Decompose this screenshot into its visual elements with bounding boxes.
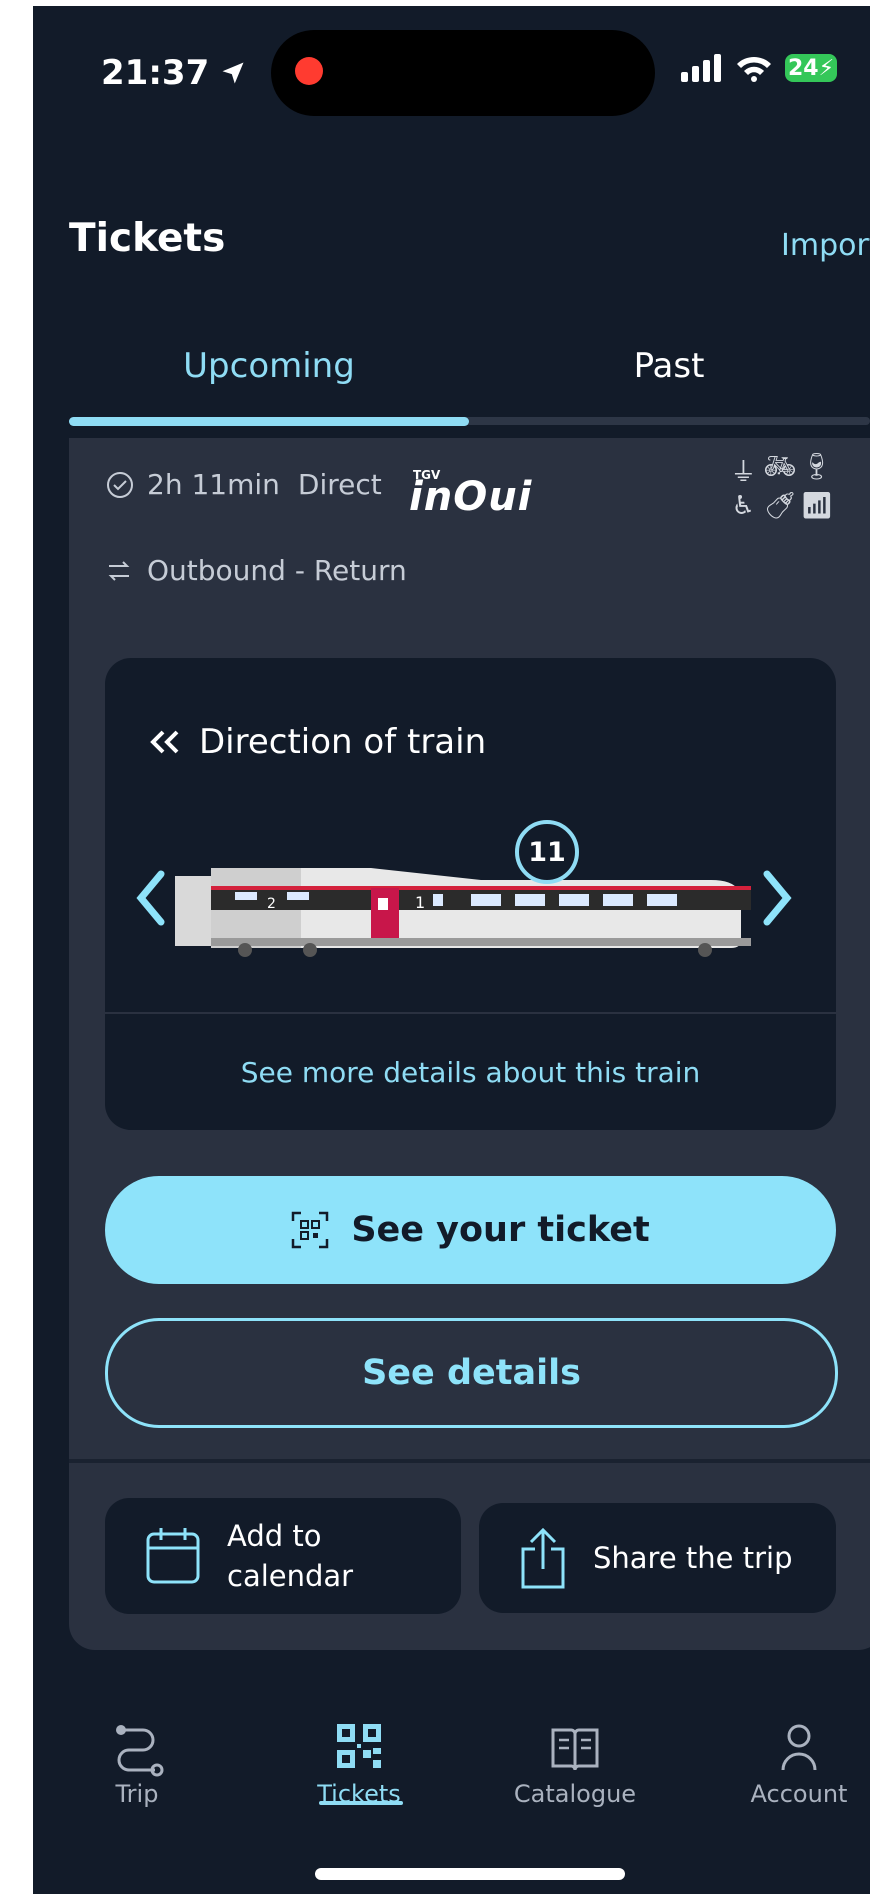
plug-icon: ⏚ bbox=[730, 458, 757, 488]
share-icon bbox=[521, 1527, 565, 1589]
see-ticket-label: See your ticket bbox=[351, 1210, 650, 1250]
add-to-calendar-button[interactable]: Add to calendar bbox=[105, 1498, 461, 1614]
wifi-status-icon bbox=[737, 56, 771, 82]
journey-type: Outbound - Return bbox=[147, 554, 407, 587]
see-ticket-button[interactable]: See your ticket bbox=[105, 1176, 836, 1284]
car-number-badge: 11 bbox=[515, 820, 579, 884]
account-person-icon bbox=[781, 1724, 817, 1771]
clock-icon bbox=[107, 471, 133, 498]
tab-active-indicator bbox=[69, 417, 469, 426]
import-link[interactable]: Import bbox=[781, 228, 870, 263]
class-1-label: 1 bbox=[415, 893, 425, 912]
nav-catalogue-label: Catalogue bbox=[513, 1780, 637, 1808]
journey-row: Outbound - Return bbox=[105, 554, 407, 587]
share-trip-button[interactable]: Share the trip bbox=[479, 1503, 836, 1613]
direction-of-train: Direction of train bbox=[147, 722, 486, 762]
train-illustration: 2 1 bbox=[175, 868, 751, 957]
wifi-icon: 📶︎ bbox=[800, 491, 834, 521]
home-indicator[interactable] bbox=[315, 1868, 625, 1880]
amenities-grid: ⏚ 🚲︎ 🍷︎ ♿︎ 🍼︎ 📶︎ bbox=[725, 452, 835, 521]
nav-account[interactable]: Account bbox=[719, 1720, 870, 1808]
nav-trip[interactable]: Trip bbox=[57, 1720, 217, 1808]
qr-scan-icon bbox=[292, 1211, 329, 1249]
nav-account-label: Account bbox=[750, 1780, 848, 1808]
signal-icon bbox=[681, 54, 721, 82]
trip-duration: 2h 11min bbox=[147, 468, 280, 501]
nav-catalogue[interactable]: Catalogue bbox=[495, 1720, 655, 1808]
train-composition-panel: Direction of train 2 1 11 See more detai… bbox=[105, 658, 836, 1130]
trip-duration-row: 2h 11min Direct bbox=[105, 468, 382, 501]
swap-arrows-icon bbox=[108, 560, 130, 581]
qr-code-icon bbox=[337, 1724, 381, 1768]
tab-past[interactable]: Past bbox=[469, 346, 869, 386]
status-icons: 24 ⚡ bbox=[681, 54, 837, 82]
catalogue-book-icon bbox=[551, 1728, 599, 1771]
see-details-button[interactable]: See details bbox=[105, 1318, 838, 1428]
see-details-label: See details bbox=[362, 1353, 581, 1393]
card-divider bbox=[69, 1459, 870, 1463]
bottle-icon: 🍼︎ bbox=[763, 491, 797, 521]
nav-active-underline bbox=[319, 1801, 403, 1805]
trip-route-icon bbox=[116, 1725, 164, 1777]
dynamic-island bbox=[271, 30, 655, 116]
add-calendar-line-2: calendar bbox=[227, 1559, 354, 1593]
recording-indicator bbox=[295, 57, 323, 85]
app-screen: 21:37 24⚡ Tickets Import Upcoming Past 2… bbox=[33, 6, 870, 1894]
bike-icon: 🚲︎ bbox=[763, 452, 797, 482]
nav-tickets[interactable]: Tickets bbox=[279, 1720, 439, 1808]
double-chevron-left-icon bbox=[150, 730, 179, 754]
battery-indicator: 24 ⚡ bbox=[785, 54, 837, 82]
wheelchair-icon: ♿︎ bbox=[731, 491, 755, 521]
clock-text: 21:37 bbox=[101, 53, 210, 93]
panel-divider bbox=[105, 1012, 836, 1014]
page-title: Tickets bbox=[69, 216, 226, 261]
add-calendar-line-1: Add to bbox=[227, 1519, 322, 1553]
class-2-label: 2 bbox=[267, 896, 276, 912]
share-trip-label: Share the trip bbox=[593, 1541, 793, 1575]
calendar-icon bbox=[146, 1528, 200, 1584]
trip-type: Direct bbox=[297, 468, 382, 501]
bar-icon: 🍷︎ bbox=[800, 452, 834, 482]
previous-car-arrow[interactable] bbox=[133, 870, 169, 926]
next-car-arrow[interactable] bbox=[759, 870, 795, 926]
nav-trip-label: Trip bbox=[115, 1780, 159, 1808]
train-details-link[interactable]: See more details about this train bbox=[105, 1056, 836, 1089]
tab-upcoming[interactable]: Upcoming bbox=[69, 346, 469, 386]
location-arrow-icon bbox=[222, 62, 244, 84]
status-time: 21:37 bbox=[101, 53, 247, 93]
